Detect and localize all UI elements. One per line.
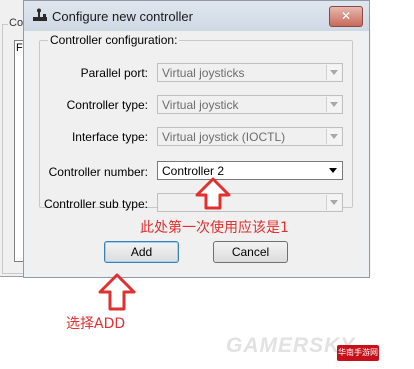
chevron-down-icon [330, 70, 338, 75]
interface-type-value: Virtual joystick (IOCTL) [162, 130, 286, 144]
interface-type-select[interactable]: Virtual joystick (IOCTL) [157, 127, 343, 146]
controller-number-dropdown-button[interactable] [326, 163, 341, 178]
annotation-controller-number-note: 此处第一次使用应该是1 [140, 220, 289, 236]
controller-number-label: Controller number: [48, 165, 148, 179]
interface-type-dropdown-button[interactable] [326, 129, 341, 144]
dialog-title: Configure new controller [52, 9, 193, 24]
background-area-right [369, 0, 414, 276]
parallel-port-label: Parallel port: [80, 66, 148, 80]
dialog-titlebar[interactable]: Configure new controller [24, 1, 369, 31]
joystick-icon [33, 8, 47, 21]
chevron-down-icon [330, 102, 338, 107]
background-group-label: Co [8, 17, 25, 29]
controller-type-label: Controller type: [66, 98, 148, 112]
background-window: Co F [0, 0, 25, 277]
controller-type-value: Virtual joystick [162, 98, 239, 112]
chevron-down-icon [330, 200, 338, 205]
chevron-down-icon [330, 134, 338, 139]
controller-type-dropdown-button[interactable] [326, 97, 341, 112]
background-list-label: F [16, 42, 23, 54]
parallel-port-value: Virtual joysticks [162, 66, 245, 80]
group-label: Controller configuration: [48, 33, 180, 47]
chevron-down-icon [329, 168, 337, 173]
annotation-arrow-up-icon [98, 273, 136, 311]
parallel-port-select[interactable]: Virtual joysticks [157, 63, 343, 82]
controller-sub-type-label: Controller sub type: [43, 197, 148, 211]
controller-number-select[interactable]: Controller 2 [157, 161, 343, 180]
controller-sub-type-select[interactable] [157, 193, 343, 212]
close-icon: ✕ [340, 9, 352, 23]
controller-number-value: Controller 2 [162, 164, 225, 178]
annotation-arrow-up-icon [195, 177, 231, 210]
parallel-port-dropdown-button[interactable] [326, 65, 341, 80]
watermark: GAMERSKY [226, 334, 356, 357]
controller-type-select[interactable]: Virtual joystick [157, 95, 343, 114]
controller-sub-type-dropdown-button[interactable] [326, 195, 341, 210]
site-logo: 华南手游网 [337, 345, 379, 361]
interface-type-label: Interface type: [71, 130, 148, 144]
cancel-button[interactable]: Cancel [213, 241, 288, 263]
annotation-add-note: 选择ADD [66, 316, 126, 332]
add-button[interactable]: Add [104, 241, 179, 263]
close-button[interactable]: ✕ [329, 6, 363, 27]
